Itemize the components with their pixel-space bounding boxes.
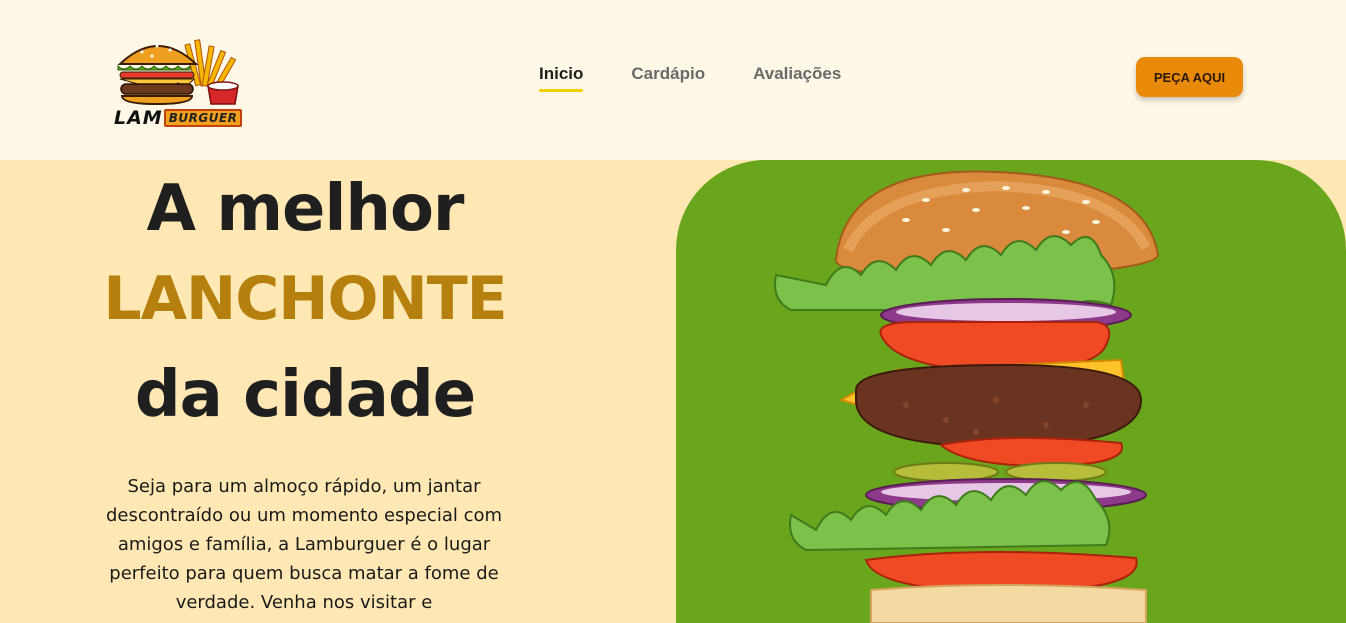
hero-heading-line3: da cidade — [134, 358, 476, 432]
nav-item-avaliacoes[interactable]: Avaliações — [753, 64, 841, 92]
brand-wordmark-accent: BURGUER — [163, 109, 243, 127]
stacked-burger-image — [774, 170, 1160, 623]
hero-heading-line1: A melhor — [146, 172, 465, 246]
nav-item-cardapio[interactable]: Cardápio — [631, 64, 705, 92]
site-header: LAM BURGUER Inicio Cardápio Avaliações P… — [0, 0, 1346, 160]
hero-description: Seja para um almoço rápido, um jantar de… — [105, 476, 503, 613]
main-nav: Inicio Cardápio Avaliações — [539, 64, 841, 92]
brand-wordmark-main: LAM — [114, 107, 163, 129]
brand-wordmark[interactable]: LAM BURGUER — [114, 107, 243, 129]
order-now-button[interactable]: PEÇA AQUI — [1136, 57, 1243, 97]
hero-heading-highlight: LANCHONTE — [103, 264, 507, 334]
nav-item-inicio[interactable]: Inicio — [539, 64, 584, 92]
